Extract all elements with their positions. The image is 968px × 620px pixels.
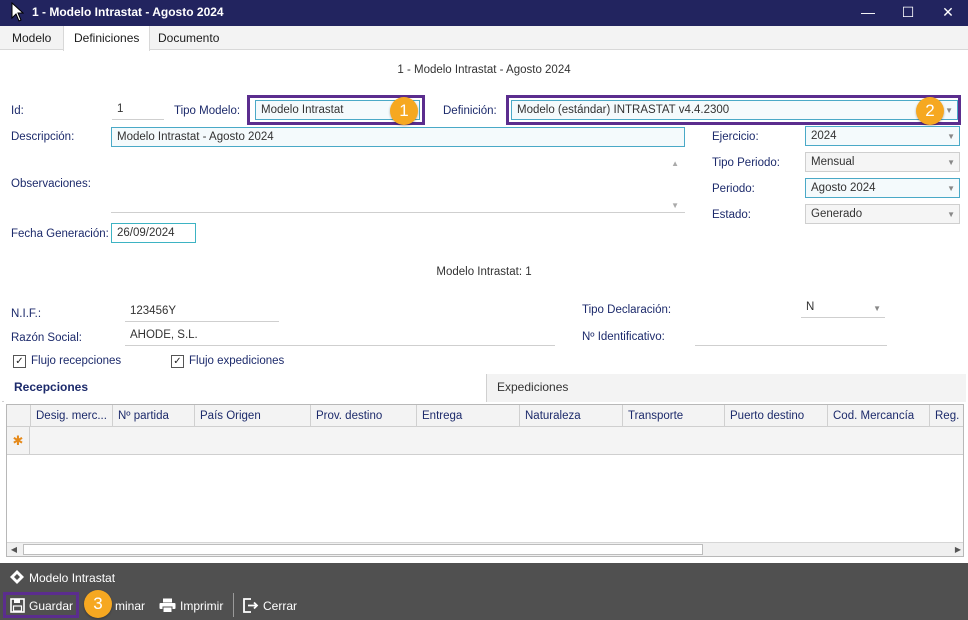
horizontal-scrollbar[interactable]: ◀ ▶ [7, 542, 963, 556]
window-title: 1 - Modelo Intrastat - Agosto 2024 [32, 5, 224, 19]
col-puerto-destino[interactable]: Puerto destino [724, 405, 827, 427]
data-grid: Desig. merc... Nº partida País Origen Pr… [6, 404, 964, 557]
id-field[interactable]: 1 [112, 100, 164, 120]
callout-badge-3: 3 [84, 590, 112, 618]
toolbar-separator [233, 593, 234, 617]
estado-field[interactable]: Generado ▼ [805, 204, 960, 224]
tab-bar: Recepciones Expediciones [2, 374, 966, 402]
scroll-right-icon[interactable]: ▶ [951, 543, 963, 556]
ejercicio-label: Ejercicio: [712, 131, 759, 143]
menu-modelo[interactable]: Modelo [2, 26, 61, 50]
col-desig-merc[interactable]: Desig. merc... [30, 405, 112, 427]
periodo-label: Periodo: [712, 183, 755, 195]
toolbar-title: Modelo Intrastat [29, 571, 116, 585]
tipo-declaracion-field[interactable]: N ▼ [801, 298, 885, 318]
close-button[interactable]: ✕ [928, 0, 968, 26]
checkbox-expediciones-label: Flujo expediciones [189, 355, 285, 367]
tipo-modelo-label: Tipo Modelo: [174, 105, 241, 117]
save-icon [10, 598, 25, 613]
checkbox-expediciones[interactable]: ✓ [171, 355, 184, 368]
chevron-down-icon: ▼ [947, 132, 955, 141]
chevron-down-icon: ▼ [947, 184, 955, 193]
descripcion-label: Descripción: [11, 131, 75, 143]
fecha-field[interactable]: 26/09/2024 [111, 223, 196, 243]
col-reg-e[interactable]: Reg. E [929, 405, 963, 427]
id-label: Id: [11, 105, 24, 117]
cerrar-button[interactable]: Cerrar [263, 595, 297, 617]
col-num-partida[interactable]: Nº partida [112, 405, 194, 427]
menu-definiciones[interactable]: Definiciones [63, 26, 151, 51]
estado-value: Generado [811, 208, 863, 220]
nif-field[interactable]: 123456Y [125, 302, 279, 322]
callout-badge-1: 1 [390, 97, 418, 125]
title-bar: 1 - Modelo Intrastat - Agosto 2024 — ☐ ✕ [0, 0, 968, 26]
highlight-definicion [506, 95, 961, 125]
tipo-periodo-label: Tipo Periodo: [712, 157, 780, 169]
nif-label: N.I.F.: [11, 308, 42, 320]
menu-documento[interactable]: Documento [148, 26, 229, 50]
scroll-left-icon[interactable]: ◀ [7, 543, 21, 556]
form-title: 1 - Modelo Intrastat - Agosto 2024 [397, 64, 571, 76]
exit-icon [243, 598, 259, 613]
periodo-value: Agosto 2024 [811, 182, 876, 194]
tipo-declaracion-label: Tipo Declaración: [582, 304, 672, 316]
callout-badge-2: 2 [916, 97, 944, 125]
descripcion-field[interactable]: Modelo Intrastat - Agosto 2024 [111, 127, 685, 147]
maximize-button[interactable]: ☐ [888, 0, 928, 26]
new-row-cell[interactable] [30, 427, 963, 455]
chevron-down-icon: ▼ [873, 304, 881, 313]
grid-header: Desig. merc... Nº partida País Origen Pr… [7, 405, 963, 427]
col-transporte[interactable]: Transporte [622, 405, 724, 427]
num-identificativo-label: Nº Identificativo: [582, 331, 665, 343]
scroll-down-icon[interactable]: ▼ [671, 196, 679, 212]
new-row-icon: ✱ [7, 427, 30, 455]
observaciones-textarea[interactable]: ▲ ▼ [111, 150, 685, 213]
modelo-diamond-icon [10, 570, 24, 584]
chevron-down-icon: ▼ [947, 158, 955, 167]
col-entrega[interactable]: Entrega [416, 405, 519, 427]
periodo-field[interactable]: Agosto 2024 ▼ [805, 178, 960, 198]
guardar-button[interactable]: Guardar [29, 595, 73, 617]
print-icon [159, 598, 176, 613]
col-naturaleza[interactable]: Naturaleza [519, 405, 622, 427]
num-identificativo-field[interactable] [695, 326, 887, 346]
section-title: Modelo Intrastat: 1 [436, 266, 532, 278]
razon-social-label: Razón Social: [11, 332, 82, 344]
tab-expediciones[interactable]: Expediciones [486, 374, 966, 402]
col-pais-origen[interactable]: País Origen [194, 405, 310, 427]
tab-recepciones[interactable]: Recepciones [4, 374, 486, 402]
bottom-toolbar: Modelo Intrastat Guardar 3 minar Imprimi… [0, 563, 968, 620]
eliminar-button[interactable]: minar [115, 595, 145, 617]
ejercicio-value: 2024 [811, 130, 837, 142]
col-prov-destino[interactable]: Prov. destino [310, 405, 416, 427]
menu-bar: Modelo Definiciones Documento [0, 26, 968, 51]
col-cod-mercancia[interactable]: Cod. Mercancía [827, 405, 929, 427]
table-row-new[interactable]: ✱ [7, 427, 963, 455]
fecha-label: Fecha Generación: [11, 228, 109, 240]
ejercicio-field[interactable]: 2024 ▼ [805, 126, 960, 146]
checkbox-recepciones-label: Flujo recepciones [31, 355, 122, 367]
cursor-icon [11, 2, 24, 22]
imprimir-button[interactable]: Imprimir [180, 595, 223, 617]
observaciones-label: Observaciones: [11, 178, 91, 190]
tipo-declaracion-value: N [806, 301, 815, 313]
checkbox-recepciones[interactable]: ✓ [13, 355, 26, 368]
razon-social-field[interactable]: AHODE, S.L. [125, 326, 555, 346]
minimize-button[interactable]: — [848, 0, 888, 26]
tipo-periodo-field[interactable]: Mensual ▼ [805, 152, 960, 172]
chevron-down-icon: ▼ [947, 210, 955, 219]
definicion-label: Definición: [443, 105, 497, 117]
scroll-up-icon[interactable]: ▲ [671, 154, 679, 173]
scrollbar-thumb[interactable] [23, 544, 703, 555]
estado-label: Estado: [712, 209, 751, 221]
tipo-periodo-value: Mensual [811, 156, 855, 168]
